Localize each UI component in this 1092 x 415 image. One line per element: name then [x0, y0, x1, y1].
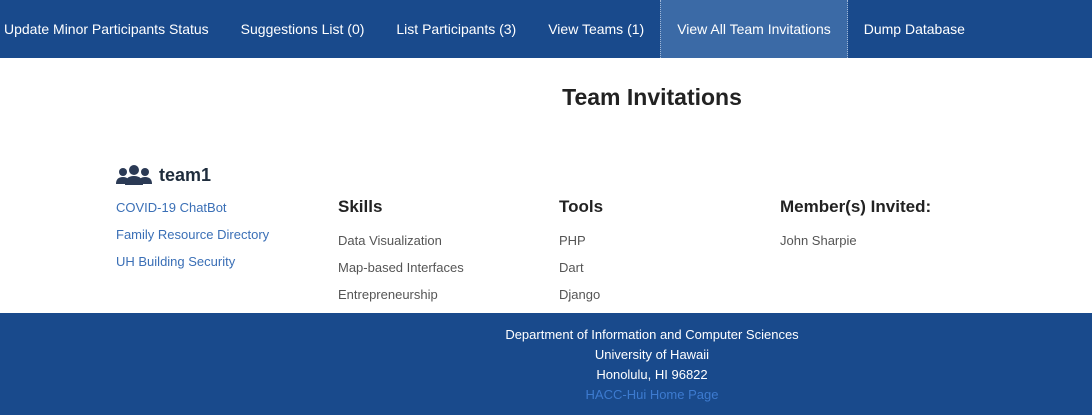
footer-department: Department of Information and Computer S… — [505, 327, 799, 342]
nav-dump-database[interactable]: Dump Database — [848, 0, 981, 58]
members-invited-column: Member(s) Invited: John Sharpie — [780, 195, 931, 258]
footer: Department of Information and Computer S… — [0, 313, 1092, 415]
team-challenges: COVID-19 ChatBot Family Resource Directo… — [116, 198, 269, 279]
skill-item: Data Visualization — [338, 233, 442, 248]
tool-item: Dart — [559, 260, 584, 275]
skills-column: Skills Data Visualization Map-based Inte… — [338, 195, 464, 312]
challenge-link-family-resource-directory[interactable]: Family Resource Directory — [116, 225, 269, 252]
member-item: John Sharpie — [780, 233, 857, 248]
nav-list-participants[interactable]: List Participants (3) — [380, 0, 532, 58]
footer-home-page-link[interactable]: HACC-Hui Home Page — [0, 385, 1092, 405]
nav-view-all-team-invitations[interactable]: View All Team Invitations — [660, 0, 848, 58]
footer-university: University of Hawaii — [594, 347, 710, 362]
tools-column: Tools PHP Dart Django — [559, 195, 603, 312]
team-name: team1 — [159, 164, 212, 185]
tool-item: Django — [559, 287, 601, 302]
nav-view-teams[interactable]: View Teams (1) — [532, 0, 660, 58]
team-header: team1 — [116, 164, 211, 186]
users-icon — [116, 164, 152, 186]
challenge-link-covid-chatbot[interactable]: COVID-19 ChatBot — [116, 198, 269, 225]
skill-item: Map-based Interfaces — [338, 260, 464, 275]
members-invited-heading: Member(s) Invited: — [780, 197, 932, 216]
top-navbar: Update Minor Participants Status Suggest… — [0, 0, 1092, 58]
tool-item: PHP — [559, 233, 586, 248]
skill-item: Entrepreneurship — [338, 287, 438, 302]
tools-heading: Tools — [559, 197, 604, 216]
nav-suggestions-list[interactable]: Suggestions List (0) — [225, 0, 381, 58]
nav-update-minor-participants-status[interactable]: Update Minor Participants Status — [0, 0, 225, 58]
challenge-link-uh-building-security[interactable]: UH Building Security — [116, 252, 269, 279]
skills-heading: Skills — [338, 197, 383, 216]
footer-address: Honolulu, HI 96822 — [596, 367, 708, 382]
page-title: Team Invitations — [562, 84, 742, 110]
